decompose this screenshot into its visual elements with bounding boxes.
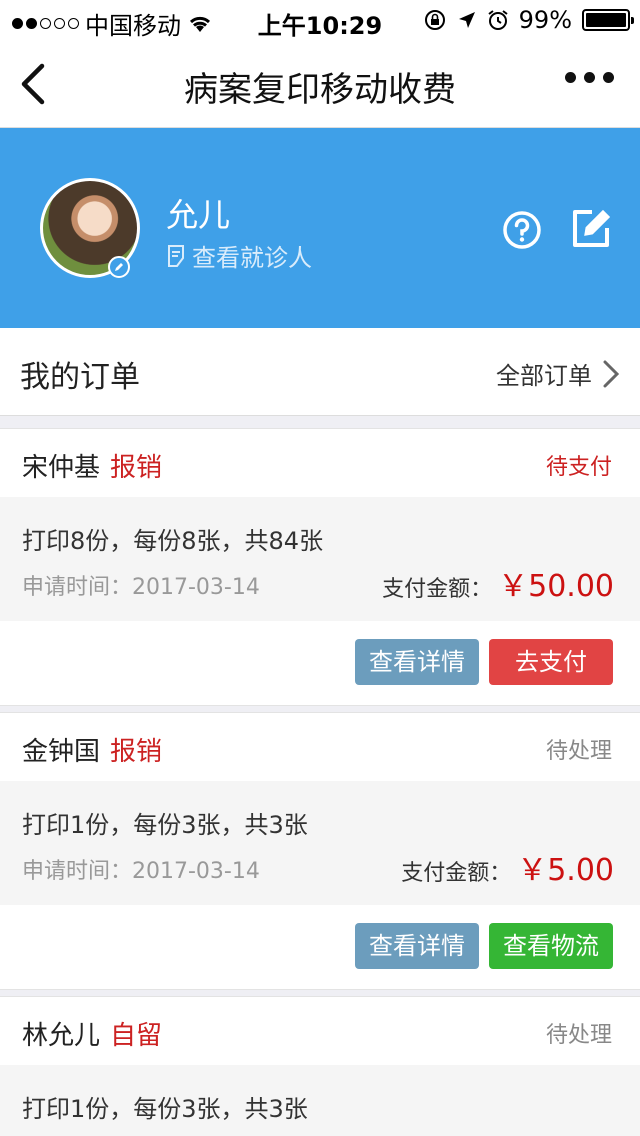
order-actions: 查看详情 去支付 bbox=[0, 621, 640, 705]
order-status: 待支付 bbox=[545, 455, 612, 480]
edit-icon bbox=[573, 209, 611, 247]
order-header: 金钟国 报销 待处理 bbox=[0, 713, 640, 781]
document-icon bbox=[168, 244, 184, 267]
more-menu-button[interactable] bbox=[565, 72, 614, 83]
patient-name: 金钟国 bbox=[22, 737, 101, 767]
battery-icon bbox=[582, 9, 634, 31]
order-description: 打印8份，每份8张，共84张 bbox=[22, 527, 324, 555]
page-title: 病案复印移动收费 bbox=[184, 70, 456, 110]
apply-time: 申请时间：2017-03-14 bbox=[22, 859, 260, 884]
help-button[interactable] bbox=[502, 210, 542, 250]
orders-header: 我的订单 全部订单 bbox=[0, 328, 640, 416]
order-type: 报销 bbox=[110, 737, 163, 767]
apply-time: 申请时间：2017-03-14 bbox=[22, 575, 260, 600]
order-type: 报销 bbox=[110, 453, 163, 483]
payment-amount: 支付金额： ￥5.00 bbox=[401, 845, 614, 889]
order-patient: 宋仲基 报销 bbox=[22, 447, 162, 484]
order-description: 打印1份，每份3张，共3张 bbox=[22, 811, 308, 839]
order-card: 林允儿 自留 待处理 打印1份，每份3张，共3张 bbox=[0, 996, 640, 1136]
order-status: 待处理 bbox=[545, 739, 612, 764]
payment-amount: 支付金额： ￥50.00 bbox=[382, 561, 614, 605]
more-dot-icon bbox=[584, 72, 595, 83]
order-card: 金钟国 报销 待处理 打印1份，每份3张，共3张 申请时间：2017-03-14 … bbox=[0, 712, 640, 990]
chevron-right-icon bbox=[603, 360, 620, 387]
order-patient: 林允儿 自留 bbox=[22, 1015, 162, 1052]
view-patient-link[interactable]: 查看就诊人 bbox=[166, 238, 312, 273]
location-arrow-icon bbox=[458, 12, 475, 28]
order-description: 打印1份，每份3张，共3张 bbox=[22, 1095, 308, 1123]
all-orders-link[interactable]: 全部订单 bbox=[496, 356, 620, 391]
avatar-edit-badge[interactable] bbox=[108, 256, 130, 278]
more-dot-icon bbox=[603, 72, 614, 83]
amount-value: ￥50.00 bbox=[498, 569, 614, 604]
order-details: 打印1份，每份3张，共3张 申请时间：2017-03-14 支付金额： ￥5.0… bbox=[0, 781, 640, 905]
pencil-icon bbox=[115, 263, 123, 271]
order-actions: 查看详情 查看物流 bbox=[0, 905, 640, 989]
order-type: 自留 bbox=[110, 1021, 163, 1051]
amount-label: 支付金额： bbox=[401, 861, 512, 886]
profile-banner: 允儿 查看就诊人 bbox=[0, 128, 640, 328]
order-details: 打印1份，每份3张，共3张 bbox=[0, 1065, 640, 1136]
order-header: 林允儿 自留 待处理 bbox=[0, 997, 640, 1065]
navigation-bar: 病案复印移动收费 bbox=[0, 40, 640, 128]
amount-value: ￥5.00 bbox=[517, 853, 614, 888]
all-orders-label: 全部订单 bbox=[496, 362, 592, 390]
pay-button[interactable]: 去支付 bbox=[489, 639, 613, 685]
more-dot-icon bbox=[565, 72, 576, 83]
edit-profile-button[interactable] bbox=[570, 208, 612, 250]
patient-name: 宋仲基 bbox=[22, 453, 101, 483]
rotation-lock-icon bbox=[424, 10, 445, 30]
orders-title: 我的订单 bbox=[20, 360, 140, 395]
order-patient: 金钟国 报销 bbox=[22, 731, 162, 768]
view-patient-label: 查看就诊人 bbox=[192, 244, 312, 272]
view-details-button[interactable]: 查看详情 bbox=[355, 639, 479, 685]
amount-label: 支付金额： bbox=[382, 577, 493, 602]
patient-name: 林允儿 bbox=[22, 1021, 101, 1051]
order-card: 宋仲基 报销 待支付 打印8份，每份8张，共84张 申请时间：2017-03-14… bbox=[0, 428, 640, 706]
order-header: 宋仲基 报销 待支付 bbox=[0, 429, 640, 497]
alarm-icon bbox=[488, 10, 508, 30]
battery-percent: 99% bbox=[518, 6, 572, 34]
status-bar: 中国移动 上午10:29 99% bbox=[0, 0, 640, 40]
order-status: 待处理 bbox=[545, 1023, 612, 1048]
question-circle-icon bbox=[503, 211, 541, 249]
status-icons: 99% bbox=[423, 6, 634, 34]
view-details-button[interactable]: 查看详情 bbox=[355, 923, 479, 969]
user-name: 允儿 bbox=[166, 196, 231, 234]
view-logistics-button[interactable]: 查看物流 bbox=[489, 923, 613, 969]
order-details: 打印8份，每份8张，共84张 申请时间：2017-03-14 支付金额： ￥50… bbox=[0, 497, 640, 621]
